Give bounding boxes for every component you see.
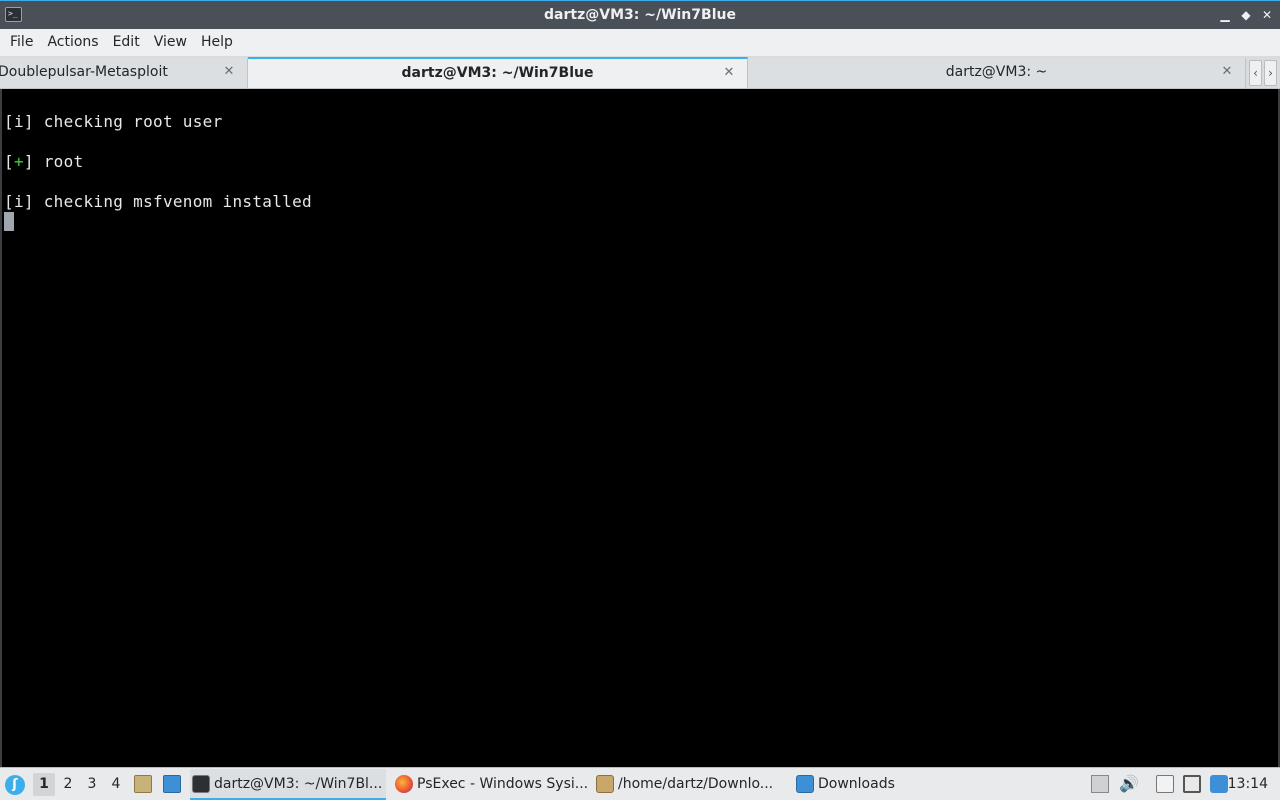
close-button[interactable]: ✕ — [1258, 6, 1276, 24]
terminal-line: [i] checking root user — [4, 112, 223, 131]
tab-bar: Doublepulsar-Metasploit ✕ dartz@VM3: ~/W… — [0, 56, 1280, 89]
tab-close-icon[interactable]: ✕ — [221, 64, 237, 80]
show-desktop-icon[interactable] — [163, 775, 181, 793]
tab-win7blue[interactable]: dartz@VM3: ~/Win7Blue ✕ — [248, 57, 748, 88]
update-notifier-icon[interactable] — [1210, 775, 1228, 793]
network-icon[interactable] — [1183, 775, 1201, 793]
tab-close-icon[interactable]: ✕ — [721, 65, 737, 81]
tab-doublepulsar[interactable]: Doublepulsar-Metasploit ✕ — [0, 58, 248, 88]
window-titlebar[interactable]: >_ dartz@VM3: ~/Win7Blue ▁ ◆ ✕ — [0, 0, 1280, 29]
clipboard-icon[interactable] — [1156, 775, 1174, 793]
success-marker: + — [13, 152, 24, 171]
tab-label: dartz@VM3: ~/Win7Blue — [401, 65, 594, 81]
menu-help[interactable]: Help — [194, 29, 240, 56]
menu-file[interactable]: File — [3, 29, 40, 56]
terminal-icon — [192, 775, 210, 793]
desktop-1-button[interactable]: 1 — [33, 773, 55, 796]
terminal-cursor — [4, 212, 14, 231]
firefox-icon — [395, 775, 413, 793]
desktop-4-button[interactable]: 4 — [105, 773, 127, 796]
archive-icon — [596, 775, 614, 793]
tab-close-icon[interactable]: ✕ — [1219, 64, 1235, 80]
task-downloads[interactable]: Downloads — [794, 769, 904, 800]
folder-icon — [796, 775, 814, 793]
terminal-line: [i] checking msfvenom installed — [4, 192, 312, 211]
maximize-button[interactable]: ◆ — [1237, 6, 1255, 24]
task-terminal[interactable]: dartz@VM3: ~/Win7Bl... — [190, 769, 386, 800]
clock[interactable]: 13:14 — [1228, 768, 1268, 800]
task-label: PsExec - Windows Sysi... — [417, 776, 589, 792]
task-label: /home/dartz/Downlo... — [618, 776, 774, 792]
desktop-2-button[interactable]: 2 — [57, 773, 79, 796]
terminal-output[interactable]: [i] checking root user [+] root [i] chec… — [0, 89, 1280, 767]
task-label: dartz@VM3: ~/Win7Bl... — [214, 776, 383, 792]
app-launcher-icon[interactable]: ʃ — [5, 775, 25, 795]
menu-view[interactable]: View — [147, 29, 194, 56]
task-firefox[interactable]: PsExec - Windows Sysi... — [393, 769, 589, 800]
file-manager-quicklaunch-icon[interactable] — [134, 775, 152, 793]
desktop-3-button[interactable]: 3 — [81, 773, 103, 796]
tab-scroll-right-icon[interactable]: › — [1264, 60, 1277, 86]
taskbar: ʃ 1 2 3 4 dartz@VM3: ~/Win7Bl... PsExec … — [0, 767, 1280, 800]
tab-label: Doublepulsar-Metasploit — [0, 64, 168, 80]
menu-actions[interactable]: Actions — [40, 29, 105, 56]
tab-home[interactable]: dartz@VM3: ~ ✕ — [748, 58, 1246, 88]
terminal-line: [+] root — [4, 152, 84, 171]
tray-expand-icon[interactable] — [1091, 775, 1109, 793]
volume-icon[interactable]: 🔊 — [1119, 775, 1139, 793]
task-label: Downloads — [818, 776, 895, 792]
window-title: dartz@VM3: ~/Win7Blue — [544, 7, 736, 23]
task-archive[interactable]: /home/dartz/Downlo... — [594, 769, 786, 800]
menu-bar: File Actions Edit View Help — [0, 29, 1280, 56]
minimize-button[interactable]: ▁ — [1216, 6, 1234, 24]
tab-label: dartz@VM3: ~ — [945, 64, 1048, 80]
menu-edit[interactable]: Edit — [106, 29, 147, 56]
tab-scroll-left-icon[interactable]: ‹ — [1249, 60, 1262, 86]
